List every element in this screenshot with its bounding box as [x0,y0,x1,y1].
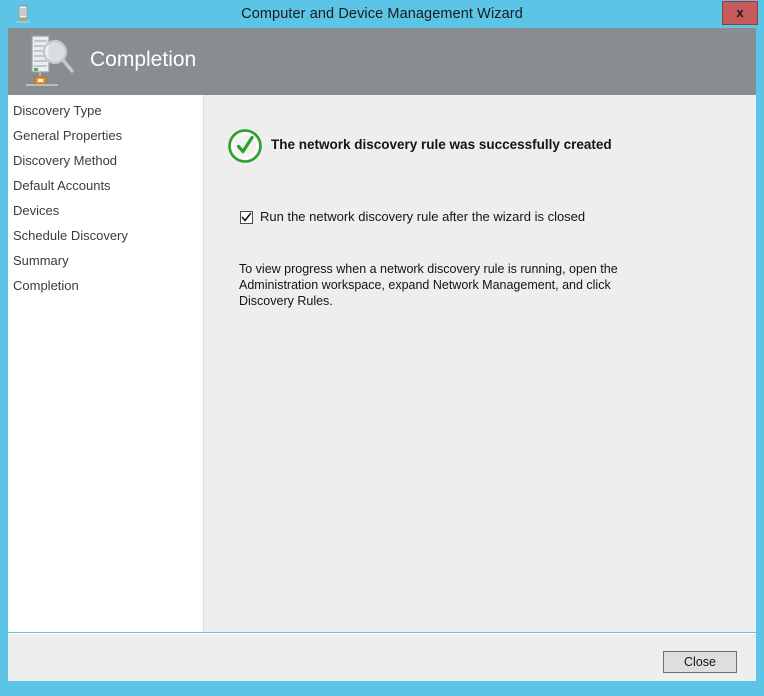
run-rule-checkbox-label[interactable]: Run the network discovery rule after the… [260,209,585,224]
sidebar-item-discovery-method[interactable]: Discovery Method [13,153,117,168]
wizard-content: The network discovery rule was successfu… [205,95,756,632]
sidebar-item-completion[interactable]: Completion [13,278,79,293]
wizard-body: Discovery Type General Properties Discov… [8,95,756,632]
close-button[interactable]: Close [663,651,737,673]
wizard-steps-sidebar: Discovery Type General Properties Discov… [8,95,204,632]
status-row: The network discovery rule was successfu… [226,127,726,167]
sidebar-item-general-properties[interactable]: General Properties [13,128,122,143]
success-check-icon [226,127,264,165]
wizard-header: Completion [8,28,756,95]
sidebar-item-discovery-type[interactable]: Discovery Type [13,103,102,118]
window-title: Computer and Device Management Wizard [241,6,523,22]
sidebar-item-default-accounts[interactable]: Default Accounts [13,178,111,193]
wizard-window: Computer and Device Management Wizard x [0,0,764,696]
sidebar-item-schedule-discovery[interactable]: Schedule Discovery [13,228,128,243]
run-rule-checkbox[interactable] [240,211,253,224]
title-bar: Computer and Device Management Wizard x [0,0,764,28]
status-message: The network discovery rule was successfu… [271,137,612,152]
sidebar-item-summary[interactable]: Summary [13,253,69,268]
wizard-footer: Close [8,633,756,681]
sidebar-item-devices[interactable]: Devices [13,203,59,218]
page-title: Completion [90,48,197,71]
server-discovery-icon [22,33,82,91]
window-close-button[interactable]: x [722,1,758,25]
progress-note: To view progress when a network discover… [239,262,618,308]
